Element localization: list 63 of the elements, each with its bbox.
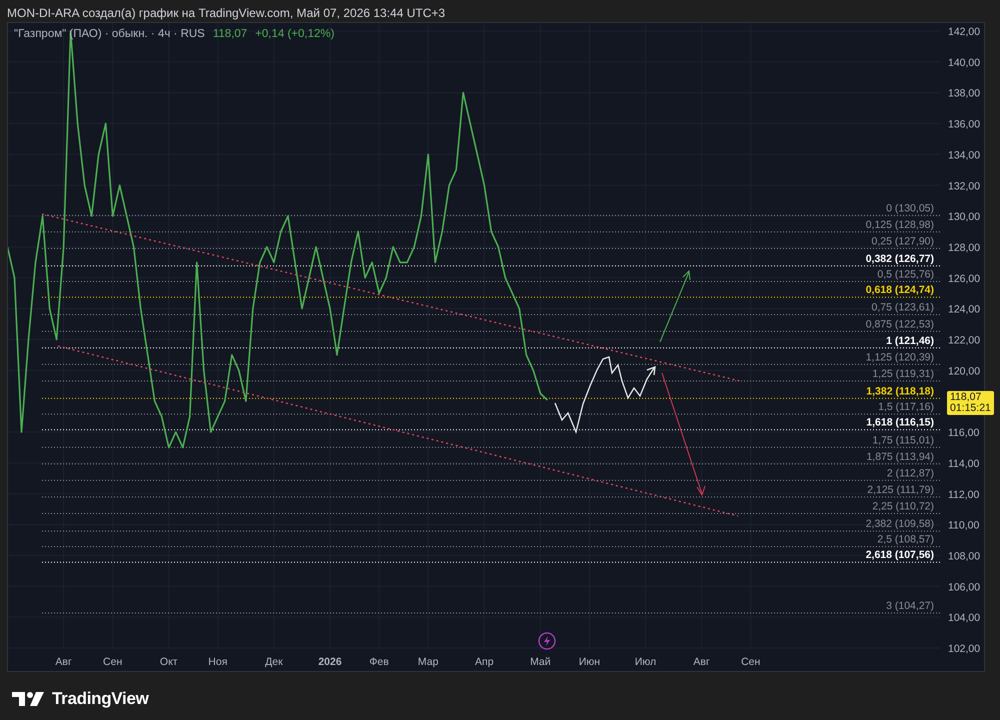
price-axis-label: 138,00 <box>948 88 980 100</box>
price-axis-label: 116,00 <box>948 427 980 440</box>
brand-name: TradingView <box>52 688 149 710</box>
last-price: 118,07 <box>212 27 248 42</box>
time-axis-label: Июл <box>634 656 656 668</box>
time-axis-label: Авг <box>693 656 710 668</box>
time-axis-label: Окт <box>160 656 178 668</box>
fib-level-label: 0,382 (126,77) <box>866 252 934 265</box>
time-axis-label: Май <box>530 656 551 668</box>
fib-level-label: 1,25 (119,31) <box>872 368 934 380</box>
price-axis-label: 114,00 <box>948 458 980 470</box>
fib-level-label: 1,875 (113,94) <box>866 450 934 463</box>
price-axis-label: 132,00 <box>948 180 980 192</box>
price-axis-label: 102,00 <box>948 643 980 655</box>
lightning-icon <box>538 632 556 650</box>
fib-level-label: 0,875 (122,53) <box>866 318 934 330</box>
fib-level-label: 0 (130,05) <box>886 202 934 214</box>
price-axis-label: 124,00 <box>948 304 980 316</box>
price-axis-label: 108,00 <box>948 550 980 562</box>
time-axis-label: Ноя <box>208 656 228 668</box>
price-axis-label: 104,00 <box>948 612 980 624</box>
price-axis-label: 122,00 <box>948 334 980 346</box>
time-axis-label: Фев <box>369 656 389 668</box>
price-axis-label: 128,00 <box>948 242 980 254</box>
fib-level-label: 0,618 (124,74) <box>866 284 934 296</box>
fib-level-label: 2,382 (109,58) <box>866 518 934 530</box>
time-axis-label: Авг <box>55 656 72 668</box>
fib-level-label: 2,25 (110,72) <box>872 500 934 512</box>
time-axis-label: Сен <box>103 656 122 668</box>
price-axis-label: 142,00 <box>948 26 980 38</box>
time-axis-label: Дек <box>265 656 283 668</box>
chart-caption: MON-DI-ARA создал(а) график на TradingView.com, Май 07, 2026 13:44 UTC+3 <box>6 5 446 22</box>
fib-level-label: 1,5 (117,16) <box>878 401 934 414</box>
fib-level-label: 1,75 (115,01) <box>872 434 934 446</box>
price-axis-label: 140,00 <box>948 56 980 69</box>
time-axis-label: 2026 <box>318 656 342 668</box>
fib-level-label: 2,125 (111,79) <box>867 484 934 496</box>
time-axis-label: Апр <box>475 656 494 668</box>
time-axis-label: Сен <box>741 656 760 668</box>
fib-level-label: 2,5 (108,57) <box>877 534 934 546</box>
time-axis-label: Июн <box>578 656 600 668</box>
price-axis-label: 110,00 <box>948 520 980 532</box>
price-axis-label: 106,00 <box>948 581 980 594</box>
fib-level-label: 1 (121,46) <box>886 334 934 347</box>
fib-level-label: 0,25 (127,90) <box>872 236 934 248</box>
fib-level-label: 1,618 (116,15) <box>866 416 934 429</box>
fib-level-label: 1,125 (120,39) <box>866 351 934 364</box>
fib-level-label: 2 (112,87) <box>886 467 934 480</box>
price-axis-label: 126,00 <box>948 272 980 285</box>
price-change: +0,14 (+0,12%) <box>255 27 334 42</box>
price-axis-label: 134,00 <box>948 149 980 162</box>
fib-level-label: 2,618 (107,56) <box>866 549 934 562</box>
fib-level-label: 3 (104,27) <box>886 600 934 612</box>
price-axis-label: 130,00 <box>948 211 980 224</box>
fib-level-label: 0,125 (128,98) <box>866 218 934 231</box>
time-axis-label: Мар <box>418 656 438 668</box>
fib-level-label: 1,382 (118,18) <box>866 385 934 398</box>
fib-level-label: 0,5 (125,76) <box>877 268 934 280</box>
price-axis-label: 112,00 <box>948 488 980 501</box>
price-tag: 118,07 01:15:21 <box>947 391 994 415</box>
price-axis-label: 136,00 <box>948 118 980 131</box>
fib-level-label: 0,75 (123,61) <box>872 302 934 314</box>
price-axis-label: 120,00 <box>948 365 980 378</box>
